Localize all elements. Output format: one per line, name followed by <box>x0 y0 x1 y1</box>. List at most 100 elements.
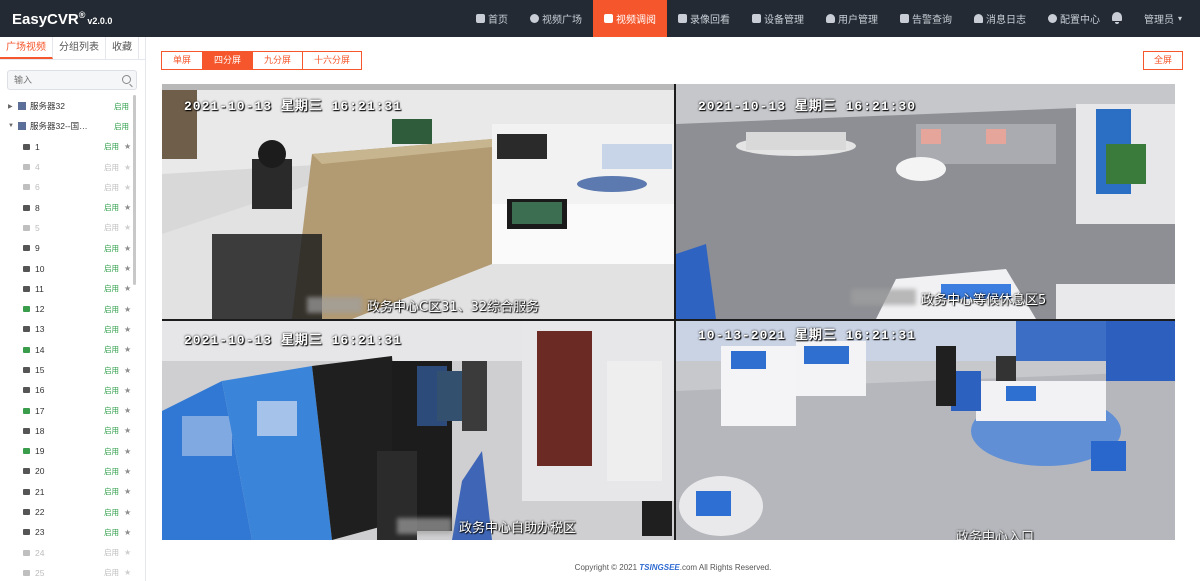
tree-channel-node[interactable]: 19 启用 ★ <box>0 441 145 461</box>
tree-channel-node[interactable]: 23 启用 ★ <box>0 522 145 542</box>
nav-item-device-management[interactable]: 设备管理 <box>741 0 815 37</box>
video-player-2[interactable]: 2021-10-13 星期三 16:21:30 政务中心等候休息区5 <box>676 84 1175 319</box>
tree-server-node[interactable]: ▼ 服务器32--国税... 启用 <box>0 116 145 136</box>
nav-label: 视频调阅 <box>616 15 656 26</box>
channel-status: 启用 <box>104 243 119 253</box>
notification-bell-icon[interactable] <box>1111 11 1123 25</box>
favorite-star-icon[interactable]: ★ <box>124 548 131 557</box>
favorite-star-icon[interactable]: ★ <box>124 487 131 496</box>
favorite-star-icon[interactable]: ★ <box>124 447 131 456</box>
favorite-star-icon[interactable]: ★ <box>124 406 131 415</box>
tree-channel-node[interactable]: 25 启用 ★ <box>0 563 145 581</box>
favorite-star-icon[interactable]: ★ <box>124 305 131 314</box>
caret-right-icon[interactable]: ▶ <box>8 103 16 110</box>
nav-item-alarm-query[interactable]: 告警查询 <box>889 0 963 37</box>
device-tree: ▶ 服务器32 启用 ▼ 服务器32--国税... 启用 1 启用 ★ 4 启用 ★ 6 启用 ★ 8 启用 ★ 5… <box>0 96 145 581</box>
tab-group-list[interactable]: 分组列表 <box>53 37 106 59</box>
tree-channel-node[interactable]: 5 启用 ★ <box>0 218 145 238</box>
nav-item-playback[interactable]: 录像回看 <box>667 0 741 37</box>
tree-channel-node[interactable]: 12 启用 ★ <box>0 299 145 319</box>
footer-brand-link[interactable]: TSINGSEE <box>639 563 679 572</box>
tree-channel-node[interactable]: 4 启用 ★ <box>0 157 145 177</box>
fullscreen-button[interactable]: 全屏 <box>1143 51 1184 70</box>
favorite-star-icon[interactable]: ★ <box>124 325 131 334</box>
favorite-star-icon[interactable]: ★ <box>124 142 131 151</box>
video-player-1[interactable]: 2021-10-13 星期三 16:21:31 政务中心C区31、32综合服务 <box>162 84 674 319</box>
page-footer: Copyright © 2021 TSINGSEE.com All Rights… <box>146 563 1200 572</box>
tree-channel-node[interactable]: 20 启用 ★ <box>0 461 145 481</box>
tree-channel-node[interactable]: 11 启用 ★ <box>0 279 145 299</box>
favorite-star-icon[interactable]: ★ <box>124 284 131 293</box>
camera-icon <box>23 448 30 455</box>
video-player-4[interactable]: 10-13-2021 星期三 16:21:31 政务中心入口 <box>676 321 1175 540</box>
tree-channel-node[interactable]: 9 启用 ★ <box>0 238 145 258</box>
tab-favorites[interactable]: 收藏 <box>106 37 139 59</box>
favorite-star-icon[interactable]: ★ <box>124 366 131 375</box>
favorite-star-icon[interactable]: ★ <box>124 568 131 577</box>
search-input[interactable] <box>8 71 136 89</box>
tree-server-node[interactable]: ▶ 服务器32 启用 <box>0 96 145 116</box>
server-icon <box>18 102 26 111</box>
nav-item-message-log[interactable]: 消息日志 <box>963 0 1037 37</box>
camera-icon <box>23 204 30 211</box>
device-icon <box>752 14 761 23</box>
favorite-star-icon[interactable]: ★ <box>124 244 131 253</box>
sidebar-scrollbar[interactable] <box>133 95 136 285</box>
tree-channel-node[interactable]: 13 启用 ★ <box>0 319 145 339</box>
tree-channel-node[interactable]: 10 启用 ★ <box>0 258 145 278</box>
nav-item-config-center[interactable]: 配置中心 <box>1037 0 1111 37</box>
favorite-star-icon[interactable]: ★ <box>124 528 131 537</box>
user-menu[interactable]: 管理员 ▾ <box>1144 0 1182 37</box>
channel-name: 4 <box>35 162 40 173</box>
tree-channel-node[interactable]: 6 启用 ★ <box>0 177 145 197</box>
favorite-star-icon[interactable]: ★ <box>124 183 131 192</box>
favorite-star-icon[interactable]: ★ <box>124 386 131 395</box>
tree-channel-node[interactable]: 16 启用 ★ <box>0 380 145 400</box>
channel-status: 启用 <box>104 507 119 517</box>
video-camera-icon <box>678 14 687 23</box>
home-icon <box>476 14 485 23</box>
camera-icon <box>23 143 30 150</box>
nav-item-video-review[interactable]: 视频调阅 <box>593 0 667 37</box>
favorite-star-icon[interactable]: ★ <box>124 163 131 172</box>
split-sixteen-button[interactable]: 十六分屏 <box>302 51 363 70</box>
tree-channel-node[interactable]: 14 启用 ★ <box>0 340 145 360</box>
channel-name: 20 <box>35 466 45 477</box>
favorite-star-icon[interactable]: ★ <box>124 264 131 273</box>
video-player-3[interactable]: 2021-10-13 星期三 16:21:31 政务中心自助办税区 <box>162 321 674 540</box>
tree-channel-node[interactable]: 22 启用 ★ <box>0 502 145 522</box>
favorite-star-icon[interactable]: ★ <box>124 203 131 212</box>
server-icon <box>18 122 26 131</box>
channel-status: 启用 <box>104 182 119 192</box>
nav-item-home[interactable]: 首页 <box>465 0 519 37</box>
favorite-star-icon[interactable]: ★ <box>124 508 131 517</box>
nav-item-user-management[interactable]: 用户管理 <box>815 0 889 37</box>
nav-item-video-square[interactable]: 视频广场 <box>519 0 593 37</box>
tree-channel-node[interactable]: 1 启用 ★ <box>0 137 145 157</box>
favorite-star-icon[interactable]: ★ <box>124 426 131 435</box>
tree-channel-node[interactable]: 15 启用 ★ <box>0 360 145 380</box>
channel-status: 启用 <box>104 527 119 537</box>
tree-channel-node[interactable]: 24 启用 ★ <box>0 543 145 563</box>
caret-down-icon[interactable]: ▼ <box>8 123 16 129</box>
tab-square-video[interactable]: 广场视频 <box>0 37 53 59</box>
tree-channel-node[interactable]: 17 启用 ★ <box>0 400 145 420</box>
split-nine-button[interactable]: 九分屏 <box>252 51 304 70</box>
favorite-star-icon[interactable]: ★ <box>124 223 131 232</box>
chevron-down-icon: ▾ <box>1178 14 1183 23</box>
split-quad-button[interactable]: 四分屏 <box>202 51 254 70</box>
favorite-star-icon[interactable]: ★ <box>124 345 131 354</box>
app-logo[interactable]: EasyCVR®v2.0.0 <box>0 10 300 28</box>
video-frame-entrance <box>676 321 1175 540</box>
tree-channel-node[interactable]: 18 启用 ★ <box>0 421 145 441</box>
server-name: 服务器32 <box>30 101 65 112</box>
split-screen-selector: 单屏 四分屏 九分屏 十六分屏 <box>161 51 363 70</box>
search-icon[interactable] <box>122 75 131 84</box>
split-single-button[interactable]: 单屏 <box>161 51 204 70</box>
video-caption: 政务中心等候休息区5 <box>921 293 1047 308</box>
tree-channel-node[interactable]: 21 启用 ★ <box>0 482 145 502</box>
channel-name: 21 <box>35 486 45 497</box>
tree-channel-node[interactable]: 8 启用 ★ <box>0 197 145 217</box>
favorite-star-icon[interactable]: ★ <box>124 467 131 476</box>
channel-status: 启用 <box>104 142 119 152</box>
